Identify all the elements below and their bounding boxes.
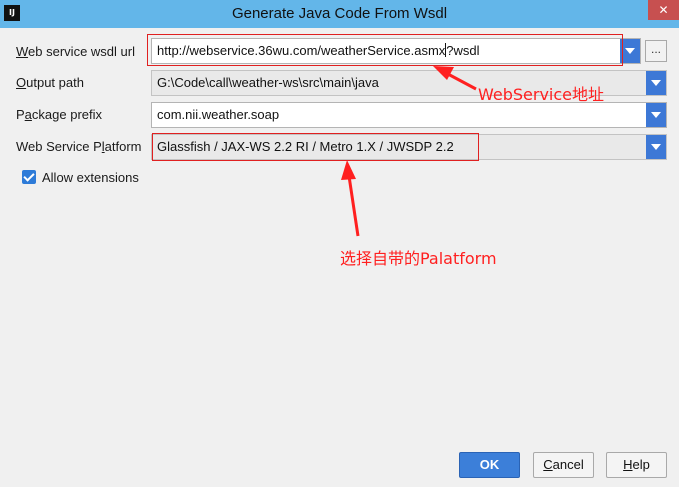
allow-extensions-checkbox[interactable] xyxy=(22,170,36,184)
wsdl-url-dropdown-icon[interactable] xyxy=(620,39,640,63)
output-path-value: G:\Code\call\weather-ws\src\main\java xyxy=(157,75,379,90)
webservice-annotation: WebService地址 xyxy=(478,85,605,104)
allow-extensions-label[interactable]: Allow extensions xyxy=(42,170,139,185)
browse-button[interactable]: ... xyxy=(645,40,667,62)
url-highlight-box xyxy=(147,34,623,66)
output-path-dropdown-icon[interactable] xyxy=(646,71,666,95)
platform-label: Web Service Platform xyxy=(16,139,142,154)
package-prefix-label: Package prefix xyxy=(16,107,102,122)
platform-highlight-box xyxy=(152,133,479,161)
close-icon[interactable]: ✕ xyxy=(648,0,679,20)
ok-button[interactable]: OK xyxy=(459,452,520,478)
package-prefix-input[interactable]: com.nii.weather.soap xyxy=(151,102,667,128)
title-bar: IJ Generate Java Code From Wsdl ✕ xyxy=(0,0,679,28)
help-button[interactable]: Help xyxy=(606,452,667,478)
window-title: Generate Java Code From Wsdl xyxy=(231,5,448,22)
package-prefix-value: com.nii.weather.soap xyxy=(157,107,280,122)
cancel-button[interactable]: Cancel xyxy=(533,452,594,478)
platform-annotation: 选择自带的Palatform xyxy=(340,249,497,268)
output-path-label: Output path xyxy=(16,75,84,90)
wsdl-url-label: Web service wsdl url xyxy=(16,44,135,59)
platform-dropdown-icon[interactable] xyxy=(646,135,666,159)
package-prefix-dropdown-icon[interactable] xyxy=(646,103,666,127)
